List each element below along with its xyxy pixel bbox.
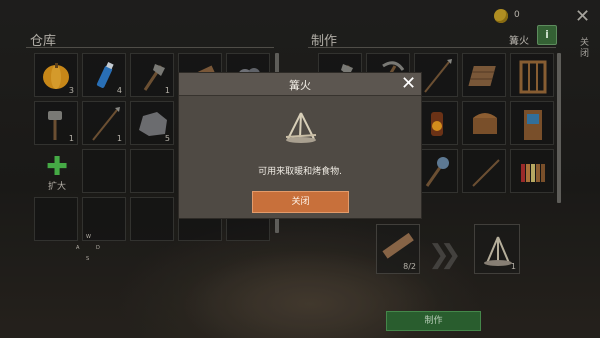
dialog-close-button[interactable]: 关闭 bbox=[252, 191, 349, 213]
dialog-description: 可用来取暖和烤食物. bbox=[258, 167, 342, 177]
campfire-icon bbox=[285, 112, 317, 143]
dialog-close-icon[interactable]: ✕ bbox=[401, 73, 416, 95]
dialog-title: 篝火 bbox=[289, 79, 311, 92]
item-info-dialog: 篝火 ✕ 可用来取暖和烤食物. 关闭 bbox=[178, 72, 422, 219]
